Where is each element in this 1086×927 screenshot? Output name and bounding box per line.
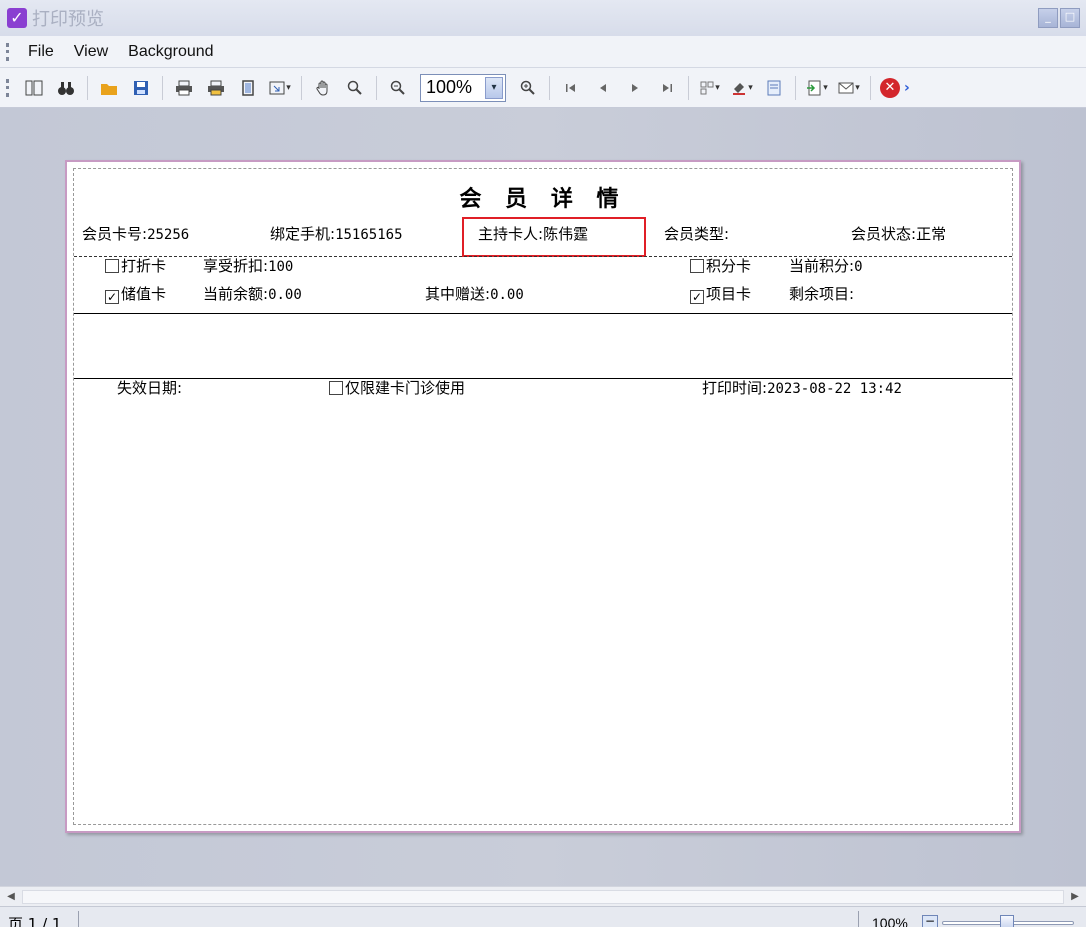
document-map-icon[interactable]	[22, 76, 46, 100]
menu-view[interactable]: View	[64, 43, 118, 61]
scroll-left-icon[interactable]: ◀	[3, 889, 19, 905]
preview-workspace[interactable]: 会 员 详 情 会员卡号:25256 绑定手机:15165165 主持卡人:陈伟…	[0, 108, 1086, 886]
menu-background[interactable]: Background	[118, 43, 223, 61]
checkbox-unchecked-icon	[690, 259, 704, 273]
scroll-track[interactable]	[22, 890, 1064, 904]
next-page-icon[interactable]	[623, 76, 647, 100]
checkbox-unchecked-icon	[105, 259, 119, 273]
bound-phone-field: 绑定手机:15165165	[270, 225, 403, 243]
menu-file[interactable]: File	[18, 43, 64, 61]
find-binoculars-icon[interactable]	[54, 76, 78, 100]
zoom-select[interactable]: 100% ▾	[420, 73, 506, 102]
card-number-field: 会员卡号:25256	[82, 225, 190, 243]
highlight-box	[462, 217, 646, 257]
scroll-right-icon[interactable]: ▶	[1067, 889, 1083, 905]
background-color-icon[interactable]	[730, 76, 754, 100]
page-margin-border: 会 员 详 情 会员卡号:25256 绑定手机:15165165 主持卡人:陈伟…	[73, 168, 1013, 825]
member-status-field: 会员状态:正常	[851, 225, 947, 243]
title-bar: ✓ 打印预览 _ □	[0, 0, 1086, 36]
remaining-items-field: 剩余项目:	[789, 285, 855, 303]
toolbar-separator	[87, 75, 88, 100]
print-time-field: 打印时间:2023-08-22 13:42	[702, 379, 902, 397]
quick-print-icon[interactable]	[204, 76, 228, 100]
minimize-button[interactable]: _	[1038, 8, 1058, 28]
toolbar-separator	[376, 75, 377, 100]
zoom-out-icon[interactable]	[386, 76, 410, 100]
app-checkbox-icon: ✓	[7, 8, 27, 28]
print-icon[interactable]	[172, 76, 196, 100]
export-icon[interactable]	[805, 76, 829, 100]
report-title: 会 员 详 情	[459, 186, 627, 212]
last-page-icon[interactable]	[655, 76, 679, 100]
menu-grip[interactable]	[6, 42, 10, 61]
checkbox-checked-icon: ✓	[105, 290, 119, 304]
menu-bar: File View Background	[0, 36, 1086, 68]
page-setup-icon[interactable]	[236, 76, 260, 100]
checkbox-unchecked-icon	[329, 381, 343, 395]
email-icon[interactable]	[837, 76, 861, 100]
hand-tool-icon[interactable]	[311, 76, 335, 100]
zoom-minus-button[interactable]: −	[922, 915, 938, 927]
watermark-icon[interactable]	[762, 76, 786, 100]
card-number-value: 25256	[147, 227, 190, 243]
status-bar: 页 1 / 1 100% −	[0, 906, 1086, 927]
bound-phone-value: 15165165	[335, 227, 403, 243]
status-separator	[858, 911, 859, 927]
toolbar-overflow-icon[interactable]: ›	[904, 80, 910, 96]
chevron-down-icon[interactable]: ▾	[485, 76, 503, 99]
toolbar-separator	[795, 75, 796, 100]
points-card-check: 积分卡	[690, 255, 751, 276]
window-title: 打印预览	[32, 9, 104, 30]
window-controls: _ □	[1038, 8, 1080, 28]
toolbar-separator	[549, 75, 550, 100]
expiry-date-field: 失效日期:	[117, 379, 183, 397]
zoom-slider-thumb[interactable]	[1000, 915, 1014, 927]
toolbar-grip[interactable]	[6, 78, 10, 97]
magnifier-icon[interactable]	[343, 76, 367, 100]
stored-value-card-check: ✓ 储值卡	[105, 285, 167, 304]
scale-dropdown-icon[interactable]	[268, 76, 292, 100]
toolbar-separator	[870, 75, 871, 100]
close-preview-icon[interactable]: ✕	[880, 77, 900, 98]
report-page: 会 员 详 情 会员卡号:25256 绑定手机:15165165 主持卡人:陈伟…	[65, 160, 1021, 833]
gift-amount-field: 其中赠送:0.00	[425, 285, 524, 303]
toolbar-separator	[688, 75, 689, 100]
status-separator	[78, 911, 79, 927]
current-points-field: 当前积分:0	[789, 257, 863, 275]
first-page-icon[interactable]	[559, 76, 583, 100]
maximize-button[interactable]: □	[1060, 8, 1080, 28]
toolbar-separator	[301, 75, 302, 100]
open-folder-icon[interactable]	[97, 76, 121, 100]
member-type-field: 会员类型:	[664, 225, 730, 243]
checkbox-checked-icon: ✓	[690, 290, 704, 304]
balance-field: 当前余额:0.00	[203, 285, 302, 303]
discount-card-check: 打折卡	[105, 255, 166, 276]
zoom-value: 100%	[426, 77, 473, 97]
status-zoom-value: 100%	[872, 915, 908, 927]
multipage-icon[interactable]	[698, 76, 722, 100]
clinic-only-check: 仅限建卡门诊使用	[329, 377, 465, 398]
page-indicator: 页 1 / 1	[8, 915, 62, 927]
horizontal-scrollbar[interactable]: ◀ ▶	[0, 886, 1086, 906]
previous-page-icon[interactable]	[591, 76, 615, 100]
section-divider	[74, 313, 1012, 314]
toolbar-separator	[162, 75, 163, 100]
item-card-check: ✓ 项目卡	[690, 285, 752, 304]
zoom-in-icon[interactable]	[516, 76, 540, 100]
member-status-value: 正常	[916, 225, 947, 243]
save-icon[interactable]	[129, 76, 153, 100]
toolbar: 100% ▾ ✕ ›	[0, 68, 1086, 108]
discount-field: 享受折扣:100	[203, 257, 294, 275]
